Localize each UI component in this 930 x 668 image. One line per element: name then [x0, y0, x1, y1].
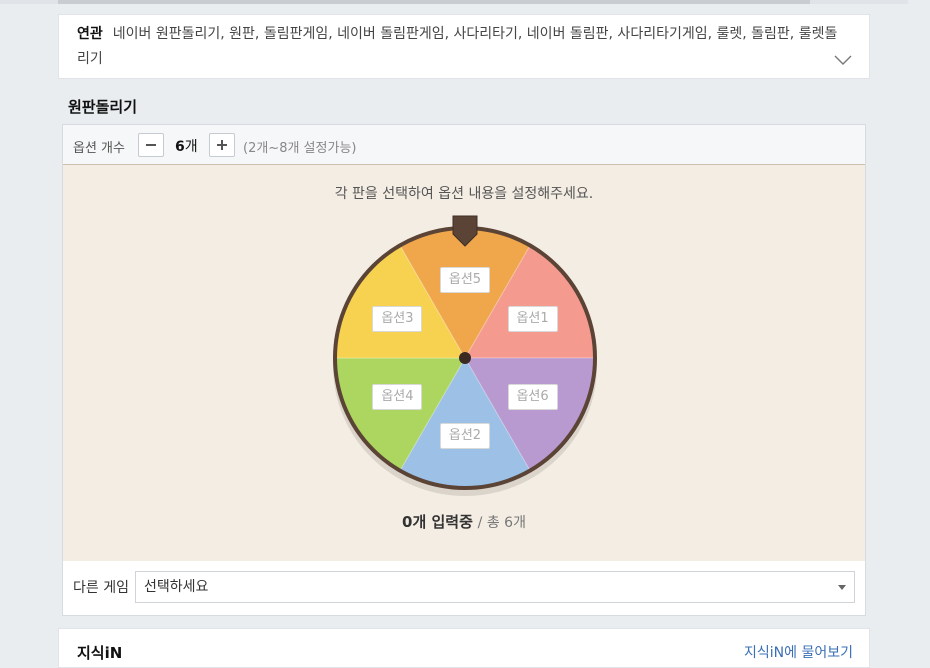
option-count-number: 6: [175, 139, 185, 155]
wheel-segment-label[interactable]: 옵션4: [372, 384, 423, 410]
instruction-text: 각 판을 선택하여 옵션 내용을 설정해주세요.: [334, 186, 594, 202]
plus-icon: [217, 140, 227, 150]
roulette-wheel[interactable]: [323, 211, 603, 501]
top-divider-accent: [58, 0, 810, 4]
other-game-label: 다른 게임: [73, 580, 129, 596]
wheel-widget: 옵션 개수 6개 (2개~8개 설정가능) 각 판을 선택하여 옵션 내용을 설…: [62, 124, 866, 616]
wheel-center-hub: [459, 352, 471, 364]
section-title: 원판돌리기: [68, 98, 138, 116]
related-searches-box: 연관 네이버 원판돌리기, 원판, 돌림판게임, 네이버 돌림판게임, 사다리타기…: [58, 14, 870, 79]
option-count-unit: 개: [184, 139, 198, 155]
kin-ask-link[interactable]: 지식iN에 물어보기: [744, 642, 853, 662]
caret-down-icon: [838, 585, 846, 590]
input-total: / 총 6개: [477, 515, 526, 531]
related-keywords[interactable]: 네이버 원판돌리기, 원판, 돌림판게임, 네이버 돌림판게임, 사다리타기, …: [77, 26, 837, 67]
decrease-option-button[interactable]: [138, 133, 164, 157]
other-game-select[interactable]: 선택하세요: [135, 571, 855, 603]
input-count: 0개 입력중: [402, 513, 473, 531]
wheel-segment-label[interactable]: 옵션3: [372, 306, 423, 332]
option-count-label: 옵션 개수: [73, 141, 125, 156]
other-game-selected: 선택하세요: [144, 579, 209, 595]
wheel-segment-label[interactable]: 옵션5: [440, 267, 490, 293]
wheel-area: 각 판을 선택하여 옵션 내용을 설정해주세요. 옵션1 옵션6 옵션2 옵션4 옵션3…: [63, 165, 865, 561]
minus-icon: [146, 144, 156, 146]
option-count-bar: 옵션 개수 6개 (2개~8개 설정가능): [63, 125, 865, 165]
chevron-down-icon[interactable]: [833, 54, 853, 66]
wheel-segment-label[interactable]: 옵션1: [507, 306, 558, 332]
increase-option-button[interactable]: [209, 133, 235, 157]
option-count-hint: (2개~8개 설정가능): [243, 141, 357, 156]
kin-card: 지식iN 지식iN에 물어보기: [58, 628, 870, 668]
related-label: 연관: [77, 26, 103, 42]
input-status: 0개 입력중 / 총 6개: [63, 511, 865, 532]
option-count-value: 6개: [175, 136, 198, 156]
wheel-segment-label[interactable]: 옵션2: [440, 423, 490, 449]
wheel-segment-label[interactable]: 옵션6: [507, 384, 558, 410]
related-searches: 연관 네이버 원판돌리기, 원판, 돌림판게임, 네이버 돌림판게임, 사다리타기…: [77, 22, 847, 72]
